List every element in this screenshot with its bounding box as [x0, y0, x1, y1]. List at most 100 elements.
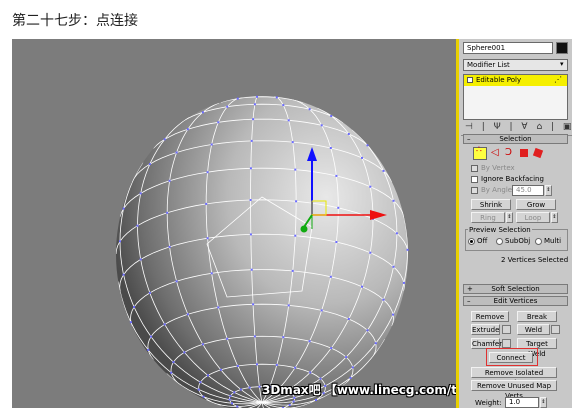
extrude-button[interactable]: Extrude — [471, 324, 500, 335]
vertex-point — [201, 111, 204, 114]
perspective-viewport[interactable]: 3Dmax吧 【www.linecg.com/tieba/1771】 — [12, 39, 536, 408]
vertex-point — [172, 361, 175, 364]
collapse-icon: – — [467, 297, 471, 305]
vertex-point — [226, 105, 229, 108]
angle-field[interactable]: 45.0 — [512, 185, 544, 196]
loop-button[interactable]: Loop — [516, 212, 550, 223]
vertex-point — [361, 285, 363, 288]
vertex-point — [291, 141, 294, 144]
vertex-point — [253, 335, 256, 338]
weight-field[interactable]: 1.0 — [505, 397, 539, 408]
modifier-list-dropdown[interactable]: Modifier List — [463, 59, 568, 71]
weight-spinner[interactable]: ⇕ — [540, 397, 547, 408]
vertex-point — [330, 115, 333, 117]
selection-title: Selection — [499, 135, 532, 143]
edit-vertices-rollout-header[interactable]: – Edit Vertices — [463, 296, 568, 306]
page: 第二十七步：点连接 3Dmax吧 【www.linecg.com/tieba/1… — [0, 0, 572, 408]
remove-button[interactable]: Remove — [471, 311, 509, 322]
vertex-mode-icon[interactable]: ∴ — [473, 145, 487, 160]
preview-subobj-radio[interactable] — [496, 238, 503, 245]
vertex-point — [252, 303, 255, 306]
vertex-point — [329, 147, 332, 149]
border-mode-icon[interactable]: Ɔ — [505, 147, 512, 158]
ring-button[interactable]: Ring — [471, 212, 505, 223]
chamfer-settings-icon[interactable] — [502, 339, 511, 348]
remove-isolated-vertices-button[interactable]: Remove Isolated Vertices — [471, 367, 557, 387]
vertex-point — [175, 151, 178, 154]
weld-button[interactable]: Weld — [517, 324, 550, 335]
ring-spinner[interactable]: ⇕ — [506, 212, 513, 223]
preview-off-label: Off — [477, 237, 488, 245]
stack-item-editable-poly[interactable]: Editable Poly ⋰ — [464, 75, 567, 86]
vertex-point — [219, 368, 222, 371]
grow-button[interactable]: Grow — [516, 199, 556, 210]
vertex-point — [136, 224, 139, 227]
vertex-point — [330, 347, 333, 350]
edit-vertices-title: Edit Vertices — [493, 297, 538, 305]
vertex-point — [382, 298, 385, 301]
by-angle-label: By Angle: — [481, 186, 515, 194]
vertex-point — [382, 169, 385, 172]
vertex-point — [294, 234, 297, 237]
by-vertex-checkbox[interactable] — [471, 165, 478, 172]
vertex-point — [282, 336, 285, 339]
vertex-point — [392, 313, 395, 316]
vertex-point — [374, 342, 377, 345]
soft-selection-rollout-header[interactable]: + Soft Selection — [463, 284, 568, 294]
object-color-swatch[interactable] — [556, 42, 568, 54]
vertex-point — [308, 340, 311, 343]
vertex-point — [256, 363, 258, 366]
expand-icon[interactable] — [467, 77, 473, 83]
vertex-point — [406, 248, 409, 251]
ignore-backfacing-checkbox[interactable] — [471, 176, 478, 183]
vertex-point — [168, 179, 171, 182]
vertex-point — [206, 171, 209, 174]
vertex-point — [249, 167, 252, 170]
vertex-point — [329, 275, 332, 278]
vertex-point — [250, 139, 253, 142]
vertex-point — [122, 273, 125, 276]
break-button[interactable]: Break — [517, 311, 557, 322]
sphere-wireframe[interactable] — [12, 39, 456, 408]
ignore-backfacing-label: Ignore Backfacing — [481, 175, 544, 183]
vertex-point — [166, 211, 169, 214]
vertex-point — [369, 185, 372, 188]
edge-mode-icon[interactable]: ◁ — [491, 147, 499, 158]
remove-unused-map-verts-button[interactable]: Remove Unused Map Verts — [471, 380, 557, 400]
vertex-point — [351, 366, 354, 369]
selection-status: 2 Vertices Selected — [501, 256, 569, 264]
vertex-point — [170, 371, 173, 374]
vertex-point — [319, 377, 322, 380]
vertex-point — [129, 321, 132, 324]
polygon-mode-icon[interactable] — [520, 149, 528, 157]
shrink-button[interactable]: Shrink — [471, 199, 511, 210]
extrude-settings-icon[interactable] — [502, 325, 511, 334]
vertex-point — [366, 329, 369, 332]
vertex-point — [320, 309, 323, 312]
object-name-field[interactable]: Sphere001 — [463, 42, 553, 54]
vertex-point — [249, 233, 252, 236]
vertex-point — [231, 402, 233, 405]
vertex-point — [206, 237, 209, 240]
selection-rollout-header[interactable]: – Selection — [463, 134, 568, 144]
vertex-point — [207, 374, 209, 377]
vertex-point — [168, 245, 171, 248]
by-angle-checkbox[interactable] — [471, 187, 478, 194]
element-mode-icon[interactable] — [532, 147, 544, 159]
stack-tools-icons[interactable]: ⊣ | Ψ | ∀ ⌂ | ▣ — [465, 122, 572, 132]
chevron-down-icon: ▾ — [560, 60, 564, 68]
preview-off-radio[interactable] — [468, 238, 475, 245]
stack-item-label: Editable Poly — [476, 76, 522, 84]
vertex-point — [201, 343, 204, 346]
soft-selection-title: Soft Selection — [491, 285, 540, 293]
vertex-point — [347, 318, 350, 320]
angle-spinner[interactable]: ⇕ — [545, 185, 552, 196]
vertex-point — [395, 232, 398, 235]
loop-spinner[interactable]: ⇕ — [551, 212, 558, 223]
vertex-point — [253, 103, 256, 106]
weld-settings-icon[interactable] — [551, 325, 560, 334]
by-vertex-label: By Vertex — [481, 164, 515, 172]
preview-multi-radio[interactable] — [535, 238, 542, 245]
vertex-point — [402, 281, 405, 284]
vertex-point — [233, 391, 236, 394]
